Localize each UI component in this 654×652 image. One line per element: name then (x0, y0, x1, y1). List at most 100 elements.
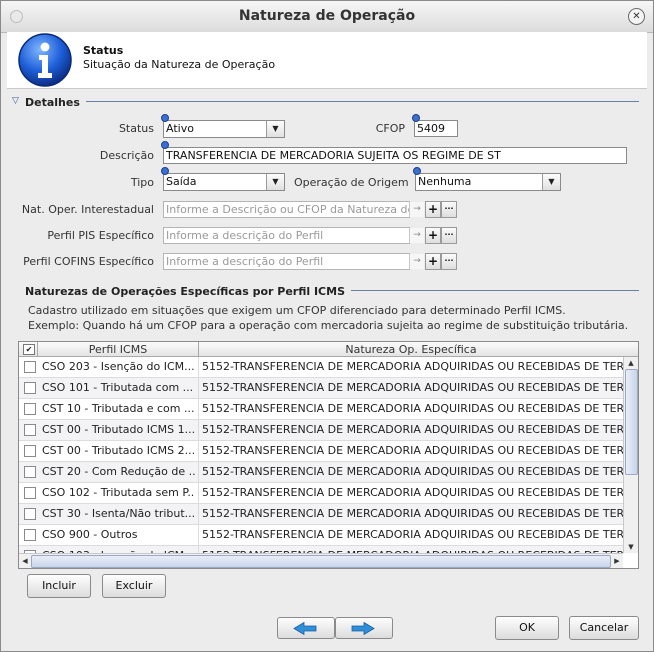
col-natureza-header[interactable]: Natureza Op. Específica (199, 343, 623, 356)
scroll-thumb[interactable] (625, 369, 638, 475)
descricao-field[interactable]: TRANSFERENCIA DE MERCADORIA SUJEITA OS R… (163, 147, 627, 164)
search-cofins-button[interactable]: ··· (441, 253, 457, 270)
perfil-cell: CSO 101 - Tributada com ... (42, 381, 194, 394)
select-all-checkbox[interactable]: ✔ (23, 344, 35, 355)
icms-description-line2: Exemplo: Quando há um CFOP para a operaç… (28, 319, 629, 332)
info-icon (18, 33, 72, 87)
required-marker-icon (161, 114, 169, 122)
table-row[interactable]: CST 10 - Tributada e com ... 5152-TRANSFE… (19, 399, 623, 420)
details-section-title[interactable]: Detalhes (25, 96, 86, 109)
row-checkbox[interactable] (24, 508, 36, 520)
scroll-right-icon[interactable]: ▶ (611, 554, 623, 568)
perfil-cell: CST 00 - Tributado ICMS 1... (42, 423, 195, 436)
horizontal-scrollbar[interactable]: ◀ ▶ (19, 553, 623, 568)
perfil-cell: CST 20 - Com Redução de ... (42, 465, 195, 478)
title-bar: Natureza de Operação ✕ (1, 1, 653, 33)
row-checkbox[interactable] (24, 382, 36, 394)
arrow-right-icon[interactable]: → (409, 254, 424, 269)
collapse-icon[interactable]: ▽ (12, 96, 19, 106)
table-row[interactable]: CSO 101 - Tributada com ... 5152-TRANSFER… (19, 378, 623, 399)
natureza-cell: 5152-TRANSFERENCIA DE MERCADORIA ADQUIRI… (202, 381, 623, 394)
pis-field[interactable]: Informe a descrição do Perfil (163, 227, 410, 244)
table-row[interactable]: CST 00 - Tributado ICMS 1... 5152-TRANSFE… (19, 420, 623, 441)
table-row[interactable]: CST 20 - Com Redução de ... 5152-TRANSFER… (19, 462, 623, 483)
row-checkbox[interactable] (24, 445, 36, 457)
chevron-down-icon[interactable]: ▼ (266, 174, 284, 190)
scroll-thumb[interactable] (31, 555, 611, 568)
tipo-label: Tipo (130, 176, 154, 189)
interestadual-field[interactable]: Informe a Descrição ou CFOP da Natureza … (163, 201, 410, 218)
required-marker-icon (413, 167, 421, 175)
scroll-down-icon[interactable]: ▼ (624, 541, 638, 553)
add-interestadual-button[interactable]: + (425, 201, 441, 218)
table-row[interactable]: CST 30 - Isenta/Não tribut... 5152-TRANSF… (19, 504, 623, 525)
status-label: Status (118, 122, 154, 135)
tipo-select[interactable]: Saída ▼ (163, 173, 285, 191)
back-button[interactable] (277, 617, 335, 639)
natureza-cell: 5152-TRANSFERENCIA DE MERCADORIA ADQUIRI… (202, 465, 623, 478)
table-row[interactable]: CSO 900 - Outros 5152-TRANSFERENCIA DE ME… (19, 525, 623, 546)
col-perfil-header[interactable]: Perfil ICMS (38, 343, 198, 356)
details-divider (81, 101, 639, 102)
perfil-cell: CST 30 - Isenta/Não tribut... (42, 507, 195, 520)
required-marker-icon (161, 141, 169, 149)
scroll-left-icon[interactable]: ◀ (19, 554, 31, 568)
header-title: Status (83, 44, 124, 57)
origem-select[interactable]: Nenhuma ▼ (415, 173, 561, 191)
cancel-button[interactable]: Cancelar (569, 616, 639, 640)
perfil-cell: CST 00 - Tributado ICMS 2... (42, 444, 195, 457)
row-checkbox[interactable] (24, 403, 36, 415)
row-checkbox[interactable] (24, 361, 36, 373)
status-value: Ativo (166, 122, 194, 135)
perfil-cell: CST 10 - Tributada e com ... (42, 402, 195, 415)
add-cofins-button[interactable]: + (425, 253, 441, 270)
close-icon[interactable]: ✕ (628, 8, 645, 25)
cofins-label: Perfil COFINS Específico (23, 255, 154, 268)
chevron-down-icon[interactable]: ▼ (266, 121, 284, 137)
status-select[interactable]: Ativo ▼ (163, 120, 285, 138)
scroll-up-icon[interactable]: ▲ (624, 357, 638, 369)
row-checkbox[interactable] (24, 466, 36, 478)
arrow-right-icon[interactable]: → (409, 202, 424, 217)
origem-label: Operação de Origem (294, 176, 409, 189)
chevron-down-icon[interactable]: ▼ (542, 174, 560, 190)
table-header: ✔ Perfil ICMS Natureza Op. Específica (19, 342, 638, 357)
window-title: Natureza de Operação (238, 8, 416, 24)
search-interestadual-button[interactable]: ··· (441, 201, 457, 218)
table-body: CSO 203 - Isenção do ICM... 5152-TRANSFER… (19, 357, 623, 567)
dialog-window: Natureza de Operação ✕ Status Situação d… (0, 0, 654, 652)
perfil-cell: CSO 102 - Tributada sem P... (42, 486, 195, 499)
table-row[interactable]: CSO 102 - Tributada sem P... 5152-TRANSFE… (19, 483, 623, 504)
natureza-cell: 5152-TRANSFERENCIA DE MERCADORIA ADQUIRI… (202, 528, 623, 541)
natureza-cell: 5152-TRANSFERENCIA DE MERCADORIA ADQUIRI… (202, 444, 623, 457)
perfil-cell: CSO 900 - Outros (42, 528, 138, 541)
icms-section-title: Naturezas de Operações Específicas por P… (25, 285, 351, 298)
table-row[interactable]: CSO 203 - Isenção do ICM... 5152-TRANSFER… (19, 357, 623, 378)
cfop-label: CFOP (375, 122, 405, 135)
perfil-cell: CSO 203 - Isenção do ICM... (42, 360, 195, 373)
natureza-cell: 5152-TRANSFERENCIA DE MERCADORIA ADQUIRI… (202, 486, 623, 499)
forward-button[interactable] (335, 617, 393, 639)
excluir-button[interactable]: Excluir (102, 574, 166, 598)
arrow-right-icon (351, 622, 375, 635)
natureza-cell: 5152-TRANSFERENCIA DE MERCADORIA ADQUIRI… (202, 507, 623, 520)
table-row[interactable]: CST 00 - Tributado ICMS 2... 5152-TRANSFE… (19, 441, 623, 462)
arrow-left-icon (293, 622, 317, 635)
arrow-right-icon[interactable]: → (409, 228, 424, 243)
natureza-cell: 5152-TRANSFERENCIA DE MERCADORIA ADQUIRI… (202, 402, 623, 415)
icms-divider (323, 290, 639, 291)
icms-table: ✔ Perfil ICMS Natureza Op. Específica CS… (18, 341, 639, 569)
cofins-field[interactable]: Informe a descrição do Perfil (163, 253, 410, 270)
vertical-scrollbar[interactable]: ▲ ▼ (623, 357, 638, 553)
cfop-field[interactable]: 5409 (414, 120, 458, 137)
ok-button[interactable]: OK (495, 616, 559, 640)
incluir-button[interactable]: Incluir (27, 574, 91, 598)
natureza-cell: 5152-TRANSFERENCIA DE MERCADORIA ADQUIRI… (202, 360, 623, 373)
add-pis-button[interactable]: + (425, 227, 441, 244)
info-header: Status Situação da Natureza de Operação (7, 32, 647, 89)
tipo-value: Saída (166, 175, 197, 188)
row-checkbox[interactable] (24, 424, 36, 436)
row-checkbox[interactable] (24, 529, 36, 541)
search-pis-button[interactable]: ··· (441, 227, 457, 244)
row-checkbox[interactable] (24, 487, 36, 499)
